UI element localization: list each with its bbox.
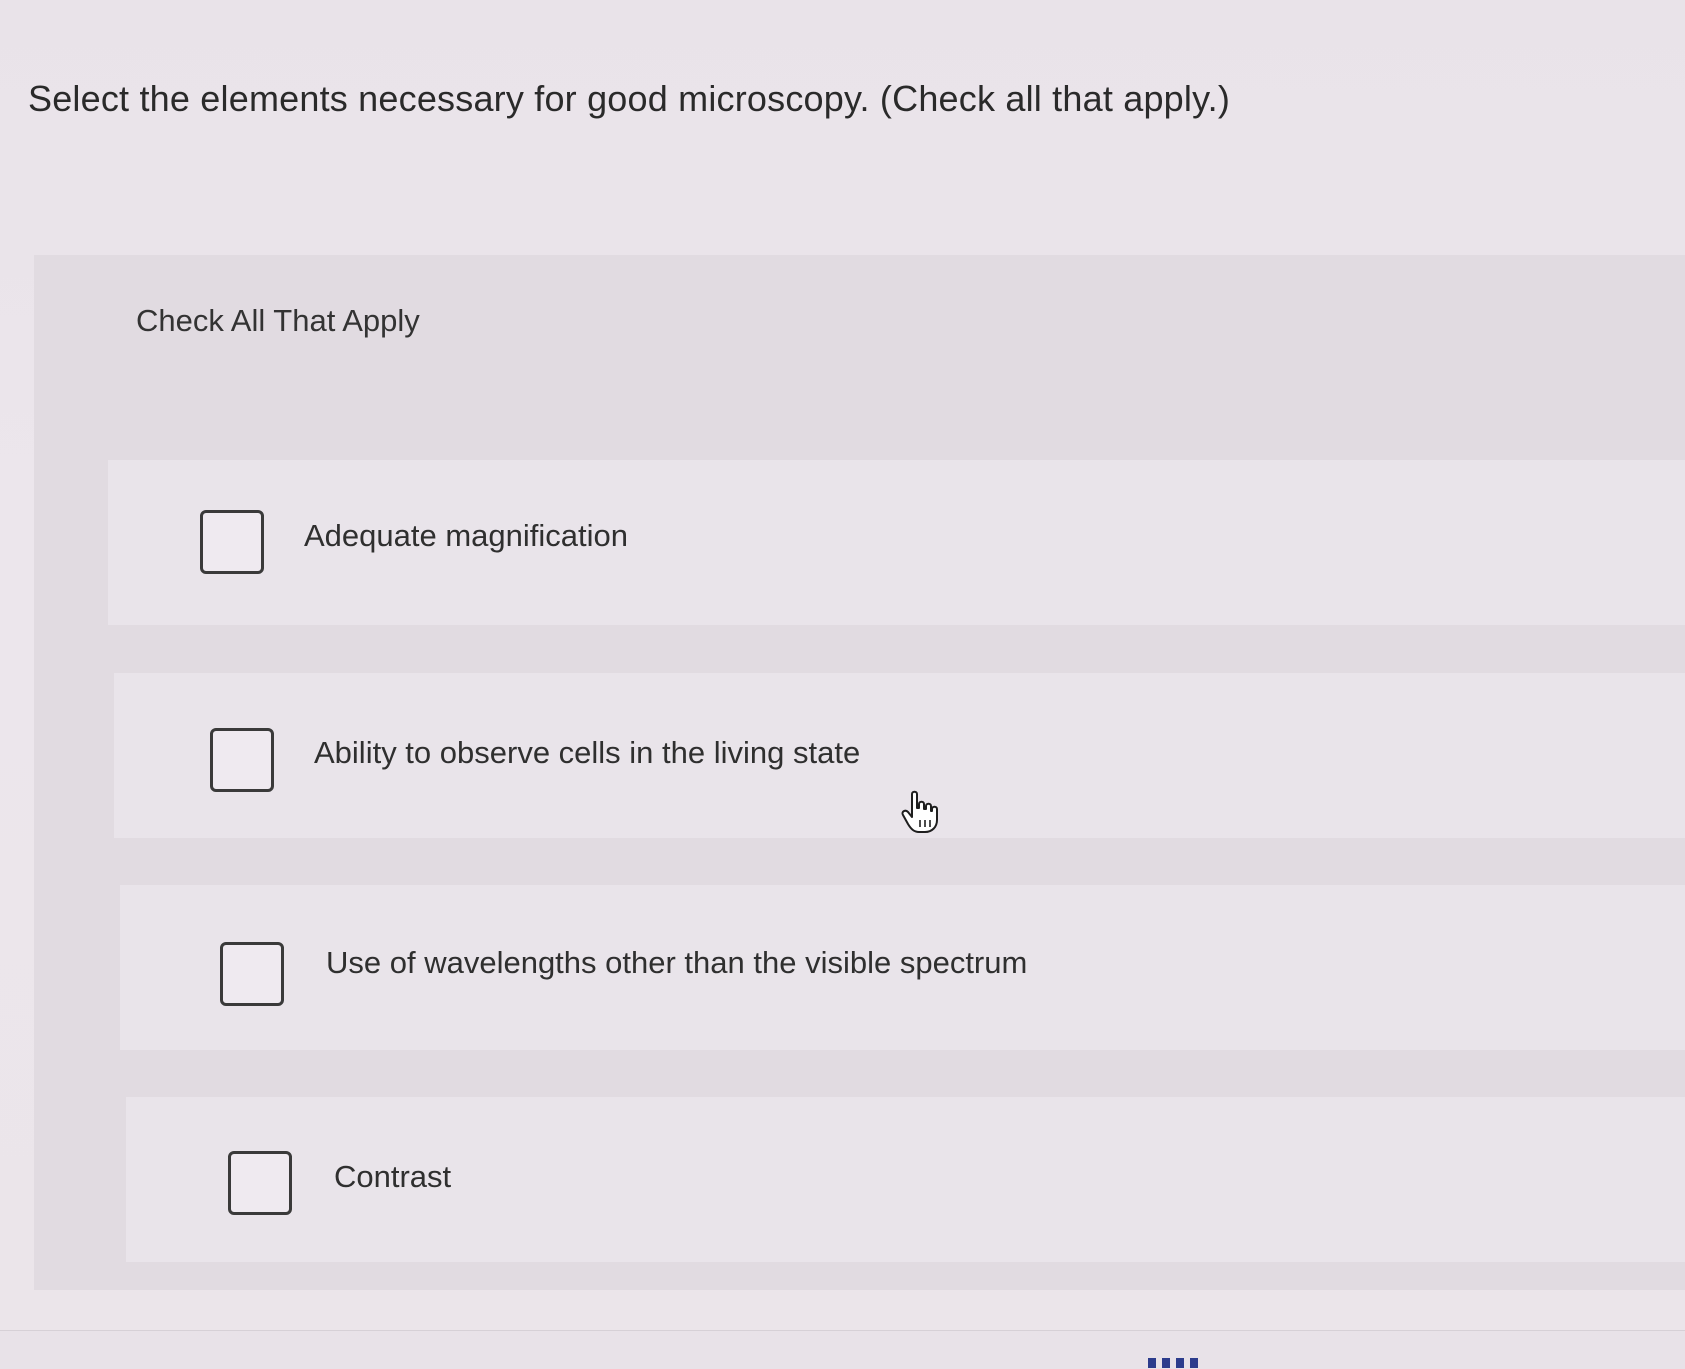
- page: Select the elements necessary for good m…: [0, 0, 1685, 1369]
- option-label: Ability to observe cells in the living s…: [314, 735, 861, 770]
- option-row[interactable]: Contrast: [126, 1097, 1685, 1262]
- option-label: Use of wavelengths other than the visibl…: [326, 945, 1028, 980]
- option-checkbox[interactable]: [200, 510, 264, 574]
- panel-header: Check All That Apply: [136, 303, 420, 338]
- bottom-toolbar: [0, 1330, 1685, 1369]
- option-checkbox[interactable]: [210, 728, 274, 792]
- grid-icon: [1148, 1358, 1198, 1368]
- check-all-panel: Check All That Apply Adequate magnificat…: [34, 255, 1685, 1290]
- option-row[interactable]: Use of wavelengths other than the visibl…: [120, 885, 1685, 1050]
- option-checkbox[interactable]: [220, 942, 284, 1006]
- hand-pointer-icon: [900, 790, 940, 834]
- option-label: Adequate magnification: [304, 518, 629, 553]
- option-row[interactable]: Adequate magnification: [108, 460, 1685, 625]
- option-checkbox[interactable]: [228, 1151, 292, 1215]
- option-label: Contrast: [334, 1159, 452, 1194]
- question-text: Select the elements necessary for good m…: [28, 78, 1231, 119]
